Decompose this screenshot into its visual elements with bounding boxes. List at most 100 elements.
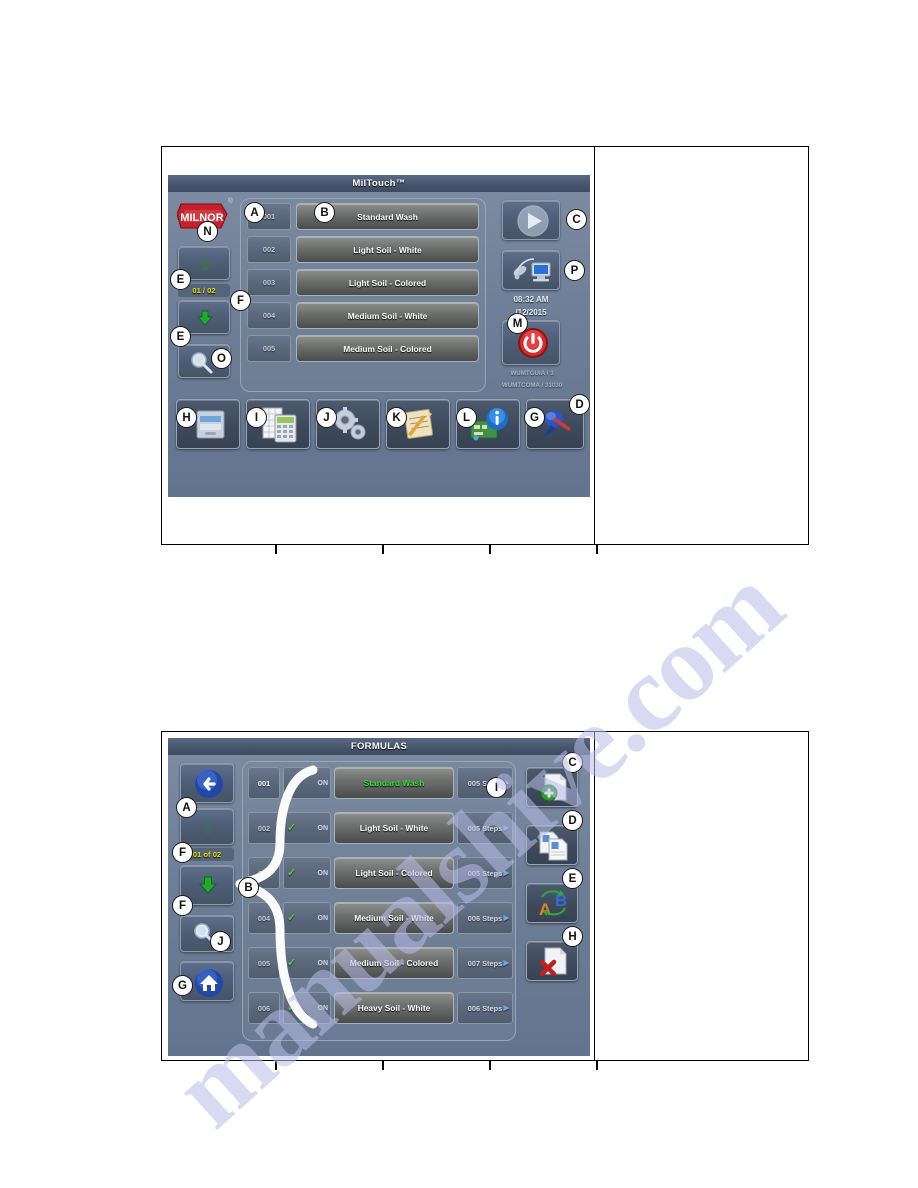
formula-name[interactable]: Heavy Soil - White <box>334 992 454 1024</box>
arrow-down-icon <box>197 310 213 326</box>
arrow-up-icon <box>198 257 212 271</box>
network-computer-icon <box>513 258 551 282</box>
chevron-right-icon: ▸ <box>503 1002 509 1014</box>
callout-f-page-indicator: F <box>230 290 251 311</box>
callout-b-formula-name: B <box>314 202 335 223</box>
callout-e-rename-formula: E <box>562 868 583 889</box>
callout-p-network-button: P <box>564 260 585 281</box>
figure-1-column-ticks <box>162 544 808 554</box>
callout-j-configure: J <box>316 407 337 428</box>
callout-d-device-id: D <box>569 394 590 415</box>
clock-date: /12/2015 <box>515 308 547 317</box>
rename-formula-button[interactable]: A B <box>526 883 578 923</box>
copy-formula-button[interactable] <box>526 825 578 865</box>
chevron-right-icon: ▸ <box>503 957 509 969</box>
copy-document-icon <box>539 831 568 861</box>
network-button[interactable] <box>502 250 560 290</box>
formula-name-text: Medium Soil - White <box>354 913 434 923</box>
gears-icon <box>332 407 366 440</box>
formula-name[interactable]: Medium Soil - White <box>334 902 454 934</box>
formula-steps-cell[interactable]: 005 Steps ▸ <box>457 857 513 889</box>
callout-a-back: A <box>176 797 197 818</box>
formula-name-text: Standard Wash <box>363 778 425 788</box>
formula-name[interactable]: Medium Soil - Colored <box>296 335 479 362</box>
formula-name[interactable]: Medium Soil - White <box>296 302 479 329</box>
callout-h-delete-formula: H <box>562 926 583 947</box>
callout-g-home: G <box>172 975 193 996</box>
play-circle-icon <box>517 205 549 237</box>
formula-name-text: Light Soil - Colored <box>355 868 433 878</box>
formula-name[interactable]: Light Soil - White <box>334 812 454 844</box>
callout-c-run-button: C <box>566 209 587 230</box>
callout-j-search: J <box>210 931 231 952</box>
delete-document-icon <box>539 947 567 977</box>
miltouch-home-screen: MilTouch™ MILNOR ® 01 / 02 001 Standard … <box>168 175 590 497</box>
callout-k-notes: K <box>386 407 407 428</box>
figure-2-table: FORMULAS 01 of 02 001 ✓ ON Standard Wash… <box>161 731 809 1070</box>
device-id-line-1: WUMTGUIA / 3 <box>510 370 554 377</box>
callout-d-copy-formula: D <box>562 810 583 831</box>
formula-steps-cell[interactable]: 007 Steps ▸ <box>457 947 513 979</box>
swap-ab-icon: A B <box>539 890 567 919</box>
formula-name[interactable]: Light Soil - White <box>296 236 479 263</box>
formula-steps-cell[interactable]: 005 Steps ▸ <box>457 812 513 844</box>
formula-steps-cell[interactable]: 006 Steps ▸ <box>457 992 513 1024</box>
callout-l-diagnostics: L <box>456 407 477 428</box>
formula-steps-cell[interactable]: 006 Steps ▸ <box>457 902 513 934</box>
formula-name[interactable]: Light Soil - Colored <box>296 269 479 296</box>
callout-n-logo: N <box>197 221 218 242</box>
callout-b-formula-rows: B <box>238 877 259 898</box>
formula-name[interactable]: Standard Wash <box>334 767 454 799</box>
formula-name-text: Light Soil - White <box>359 823 429 833</box>
new-formula-button[interactable] <box>526 767 578 807</box>
callout-e-scroll-down: E <box>170 326 191 347</box>
formula-number: 005 <box>247 335 291 362</box>
figure-1-notes-cell <box>594 147 808 544</box>
formula-steps-label: 005 Steps <box>467 823 503 833</box>
figure-2-screenshot-cell: FORMULAS 01 of 02 001 ✓ ON Standard Wash… <box>162 732 596 1060</box>
arrow-down-icon <box>199 876 217 894</box>
formula-steps-label: 007 Steps <box>467 958 503 968</box>
device-id-line-2: WUMTCOMA / 31030 <box>501 382 563 389</box>
svg-text:A: A <box>539 900 551 919</box>
callout-i-calculator: I <box>246 407 267 428</box>
bottom-toolbar <box>168 399 590 455</box>
washer-icon <box>196 410 225 439</box>
formula-steps-label: 006 Steps <box>467 1003 503 1013</box>
callout-o-search: O <box>211 348 232 369</box>
callout-f-scroll-up: F <box>172 842 193 863</box>
calculator-icon <box>262 407 297 443</box>
figure-1-table: MilTouch™ MILNOR ® 01 / 02 001 Standard … <box>161 146 809 554</box>
formula-name[interactable]: Light Soil - Colored <box>334 857 454 889</box>
screen-title-bar: MilTouch™ <box>168 175 590 192</box>
new-document-icon <box>540 773 567 802</box>
formula-number: 002 <box>247 236 291 263</box>
registered-mark: ® <box>227 198 233 205</box>
callout-m-power: M <box>507 313 528 334</box>
callout-c-new-formula: C <box>562 752 583 773</box>
figure-2-notes-cell <box>594 732 808 1060</box>
chevron-right-icon: ▸ <box>503 912 509 924</box>
chevron-right-icon: ▸ <box>503 822 509 834</box>
figure-2-column-ticks <box>162 1060 808 1070</box>
callout-e-scroll-up: E <box>170 269 191 290</box>
formula-name[interactable]: Medium Soil - Colored <box>334 947 454 979</box>
arrow-up-icon <box>201 820 215 834</box>
formula-steps-label: 005 Steps <box>467 868 503 878</box>
callout-i-steps: I <box>486 777 507 798</box>
formula-number: 004 <box>247 302 291 329</box>
clock-time: 08:32 AM <box>513 295 549 304</box>
formula-number: 003 <box>247 269 291 296</box>
callout-f-scroll-down: F <box>172 895 193 916</box>
formula-name-text: Heavy Soil - White <box>357 1003 431 1013</box>
brace-connector <box>235 765 318 1029</box>
run-button[interactable] <box>502 200 560 240</box>
formula-steps-label: 006 Steps <box>467 913 503 923</box>
screen-title-bar: FORMULAS <box>168 738 590 755</box>
formula-name-text: Medium Soil - Colored <box>349 958 439 968</box>
callout-a-formula-number: A <box>244 202 265 223</box>
figure-1-screenshot-cell: MilTouch™ MILNOR ® 01 / 02 001 Standard … <box>162 147 596 544</box>
callout-g-tools: G <box>524 407 545 428</box>
delete-formula-button[interactable] <box>526 941 578 981</box>
notepad-pencil-icon <box>404 409 433 439</box>
